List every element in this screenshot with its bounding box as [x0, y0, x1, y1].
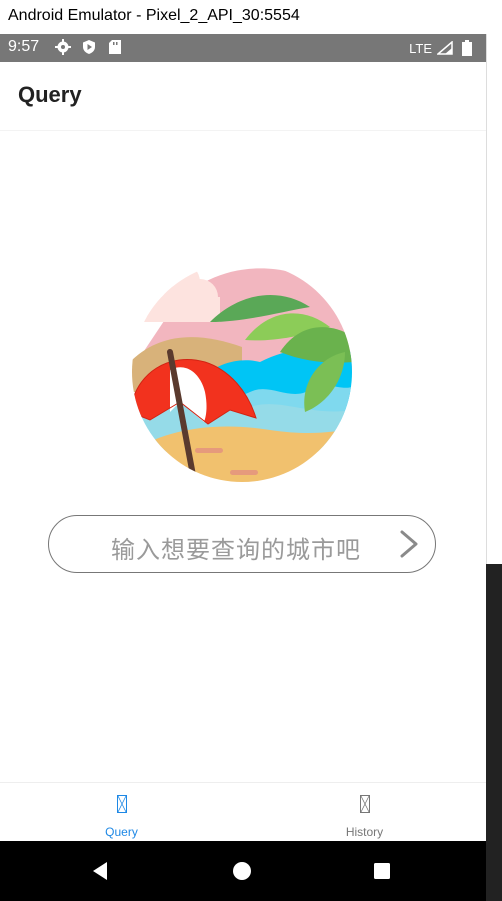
- phone-screen: 9:57 LTE Query 输入想要查询的城市吧 Query History: [0, 34, 486, 901]
- nav-item-query[interactable]: Query: [0, 783, 243, 843]
- network-type: LTE: [409, 40, 432, 56]
- nav-label-history: History: [345, 825, 384, 839]
- missing-glyph-icon: [359, 795, 370, 813]
- gear-icon: [54, 38, 72, 56]
- recents-icon[interactable]: [373, 862, 391, 880]
- back-icon[interactable]: [90, 861, 110, 881]
- system-navigation-bar: [0, 841, 486, 901]
- app-bar: Query: [0, 62, 486, 131]
- search-placeholder: 输入想要查询的城市吧: [111, 536, 361, 564]
- signal-icon: [436, 39, 454, 57]
- city-search-bar[interactable]: 输入想要查询的城市吧: [48, 515, 436, 573]
- home-icon[interactable]: [232, 861, 252, 881]
- status-time: 9:57: [8, 38, 40, 55]
- beach-illustration: [132, 262, 352, 482]
- emulator-side-strip: [486, 34, 502, 901]
- sd-card-icon: [106, 38, 124, 56]
- missing-glyph-icon: [116, 795, 127, 813]
- emulator-window-title: Android Emulator - Pixel_2_API_30:5554: [0, 0, 502, 34]
- page-title: Query: [18, 82, 82, 107]
- bottom-navigation: Query History: [0, 782, 486, 843]
- chevron-right-icon[interactable]: [397, 529, 421, 559]
- nav-item-history[interactable]: History: [243, 783, 486, 843]
- battery-icon: [458, 39, 476, 57]
- side-strip-upper: [486, 34, 502, 564]
- play-protect-icon: [80, 38, 98, 56]
- status-bar: 9:57 LTE: [0, 34, 486, 62]
- nav-label-query: Query: [105, 825, 138, 839]
- side-strip-lower: [486, 564, 502, 901]
